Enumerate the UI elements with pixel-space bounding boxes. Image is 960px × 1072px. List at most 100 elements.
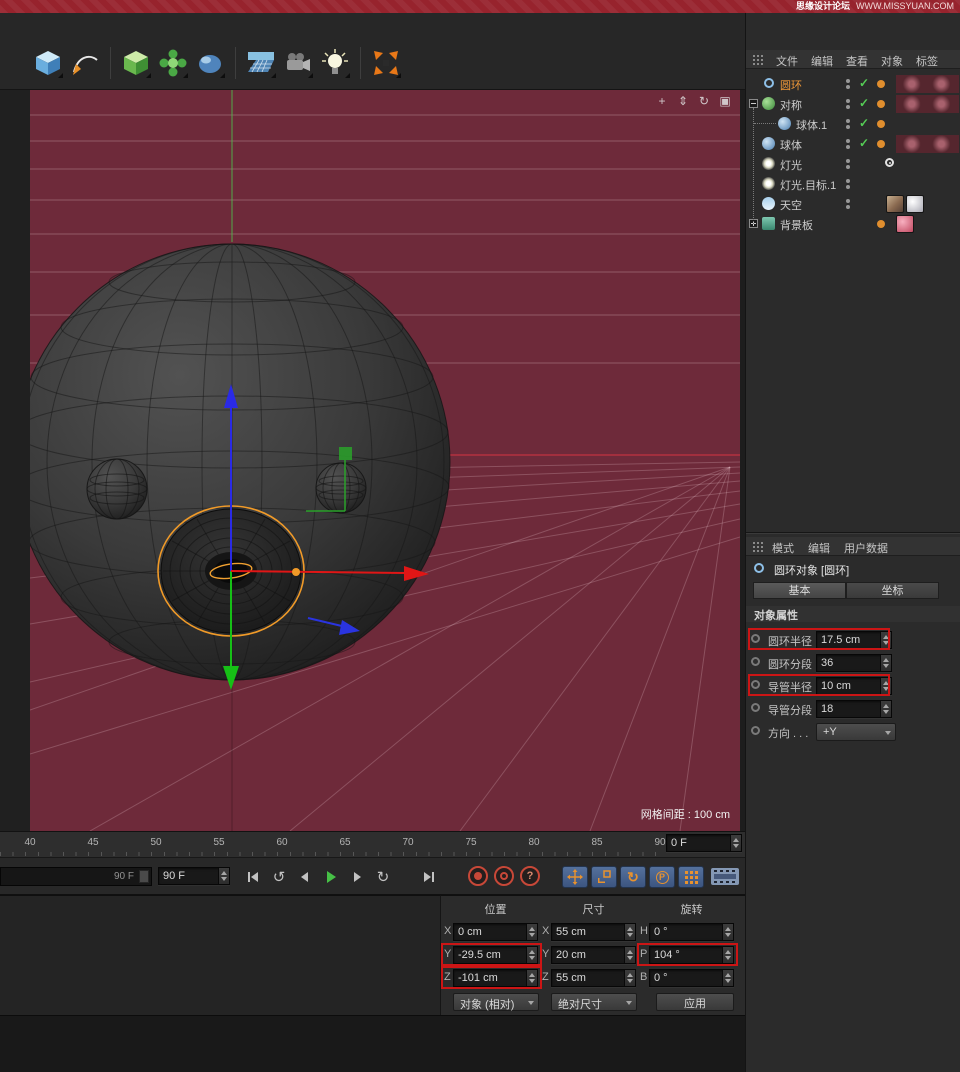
record-position-button[interactable]	[562, 866, 588, 888]
coord-mode-dropdown[interactable]: 对象 (相对)	[453, 993, 539, 1011]
tab-basic[interactable]: 基本	[753, 582, 846, 599]
viewport-maximize-icon[interactable]: ▣	[718, 94, 732, 108]
viewport-canvas[interactable]	[30, 90, 740, 831]
material-tag-thumbnails[interactable]	[896, 75, 959, 93]
visibility-dots[interactable]	[846, 117, 850, 131]
visibility-dots[interactable]	[846, 77, 850, 91]
apply-button[interactable]: 应用	[656, 993, 734, 1011]
visibility-dots[interactable]	[846, 197, 850, 211]
record-keyframe-button[interactable]	[468, 866, 488, 886]
viewport-zoom-icon[interactable]: ⇕	[676, 94, 690, 108]
pipe-radius-field[interactable]: 10 cm	[816, 677, 892, 695]
rot-h-field[interactable]: 0 °	[649, 923, 734, 941]
range-slider-handle[interactable]	[139, 870, 149, 883]
pos-z-field[interactable]: -101 cm	[453, 969, 538, 987]
pipe-segments-field[interactable]: 18	[816, 700, 892, 718]
om-menu-object[interactable]: 对象	[881, 53, 903, 69]
size-x-field[interactable]: 55 cm	[551, 923, 636, 941]
visibility-dots[interactable]	[846, 157, 850, 171]
hdri-texture-tag[interactable]	[886, 195, 904, 213]
small-sphere-left[interactable]	[87, 459, 147, 519]
range-stepper[interactable]	[218, 868, 229, 884]
panel-grid-icon[interactable]	[753, 55, 755, 57]
axis-tool-icon[interactable]	[370, 46, 402, 80]
goto-start-button[interactable]	[241, 865, 265, 889]
phong-tag-icon[interactable]	[877, 220, 885, 228]
target-tag-icon[interactable]	[885, 158, 894, 167]
object-row-sphere1[interactable]: 球体.1 ✓	[746, 114, 960, 134]
material-tag-thumbnails[interactable]	[896, 95, 959, 113]
previous-frame-button[interactable]	[293, 865, 317, 889]
next-frame-button[interactable]	[345, 865, 369, 889]
am-menu-edit[interactable]: 编辑	[808, 540, 830, 556]
visibility-dots[interactable]	[846, 137, 850, 151]
frame-stepper[interactable]	[730, 835, 741, 851]
keyframe-panel-icon[interactable]	[711, 867, 739, 891]
orientation-dropdown[interactable]: +Y	[816, 723, 896, 741]
enable-check-icon[interactable]: ✓	[859, 76, 869, 90]
rot-b-field[interactable]: 0 °	[649, 969, 734, 987]
viewport-rotate-icon[interactable]: ↻	[697, 94, 711, 108]
record-pla-button[interactable]	[678, 866, 704, 888]
phong-tag-icon[interactable]	[877, 80, 885, 88]
am-menu-mode[interactable]: 模式	[772, 540, 794, 556]
ring-radius-field[interactable]: 17.5 cm	[816, 631, 892, 649]
current-frame-field[interactable]: 0 F	[666, 834, 742, 852]
viewport-pan-icon[interactable]: +	[655, 94, 669, 108]
preview-range-slider[interactable]: 90 F	[0, 867, 152, 886]
material-tag-thumbnails[interactable]	[896, 135, 959, 153]
tab-coordinates[interactable]: 坐标	[846, 582, 939, 599]
keyframe-toggle-icon[interactable]	[751, 657, 760, 666]
om-menu-file[interactable]: 文件	[776, 53, 798, 69]
object-row-light-target[interactable]: 灯光.目标.1	[746, 174, 960, 194]
add-cube-icon[interactable]	[32, 46, 64, 80]
goto-end-button[interactable]	[417, 865, 441, 889]
om-menu-view[interactable]: 查看	[846, 53, 868, 69]
keyframe-toggle-icon[interactable]	[751, 680, 760, 689]
rot-p-field[interactable]: 104 °	[649, 946, 734, 964]
visibility-dots[interactable]	[846, 97, 850, 111]
pos-x-field[interactable]: 0 cm	[453, 923, 538, 941]
phong-tag-icon[interactable]	[877, 100, 885, 108]
metaball-icon[interactable]	[194, 46, 226, 80]
object-row-sphere[interactable]: 球体 ✓	[746, 134, 960, 154]
object-row-circle[interactable]: 圆环 ✓	[746, 74, 960, 94]
record-parameter-button[interactable]: P	[649, 866, 675, 888]
environment-floor-icon[interactable]	[245, 46, 277, 80]
generator-cube-icon[interactable]	[120, 46, 152, 80]
phong-tag-icon[interactable]	[877, 140, 885, 148]
expand-expander-icon[interactable]	[749, 219, 758, 228]
play-backward-loop-button[interactable]: ↺	[267, 865, 291, 889]
object-row-sky[interactable]: 天空	[746, 194, 960, 214]
enable-check-icon[interactable]: ✓	[859, 116, 869, 130]
enable-check-icon[interactable]: ✓	[859, 136, 869, 150]
camera-icon[interactable]	[282, 46, 314, 80]
material-tag-pink[interactable]	[896, 215, 914, 233]
coord-size-dropdown[interactable]: 绝对尺寸	[551, 993, 637, 1011]
record-scale-button[interactable]	[591, 866, 617, 888]
keyframe-help-button[interactable]: ?	[520, 866, 540, 886]
object-row-light[interactable]: 灯光	[746, 154, 960, 174]
keyframe-toggle-icon[interactable]	[751, 634, 760, 643]
phong-tag-icon[interactable]	[877, 120, 885, 128]
size-z-field[interactable]: 55 cm	[551, 969, 636, 987]
play-button[interactable]	[319, 865, 343, 889]
collapse-expander-icon[interactable]	[749, 99, 758, 108]
compositing-tag[interactable]	[906, 195, 924, 213]
om-menu-edit[interactable]: 编辑	[811, 53, 833, 69]
viewport[interactable]: + ⇕ ↻ ▣ 网格间距 : 100 cm	[30, 90, 740, 831]
light-icon[interactable]	[319, 46, 351, 80]
modeling-array-icon[interactable]	[157, 46, 189, 80]
timeline-ruler[interactable]: 40 45 50 55 60 65 70 75 80 85 90	[0, 831, 745, 858]
keyframe-toggle-icon[interactable]	[751, 726, 760, 735]
record-rotation-button[interactable]: ↻	[620, 866, 646, 888]
small-sphere-mid[interactable]	[316, 463, 366, 513]
om-menu-tags[interactable]: 标签	[916, 53, 938, 69]
ring-segments-field[interactable]: 36	[816, 654, 892, 672]
pos-y-field[interactable]: -29.5 cm	[453, 946, 538, 964]
range-end-field[interactable]: 90 F	[158, 867, 230, 885]
draw-spline-icon[interactable]	[69, 46, 101, 80]
visibility-dots[interactable]	[846, 177, 850, 191]
enable-check-icon[interactable]: ✓	[859, 96, 869, 110]
object-row-symmetry[interactable]: 对称 ✓	[746, 94, 960, 114]
